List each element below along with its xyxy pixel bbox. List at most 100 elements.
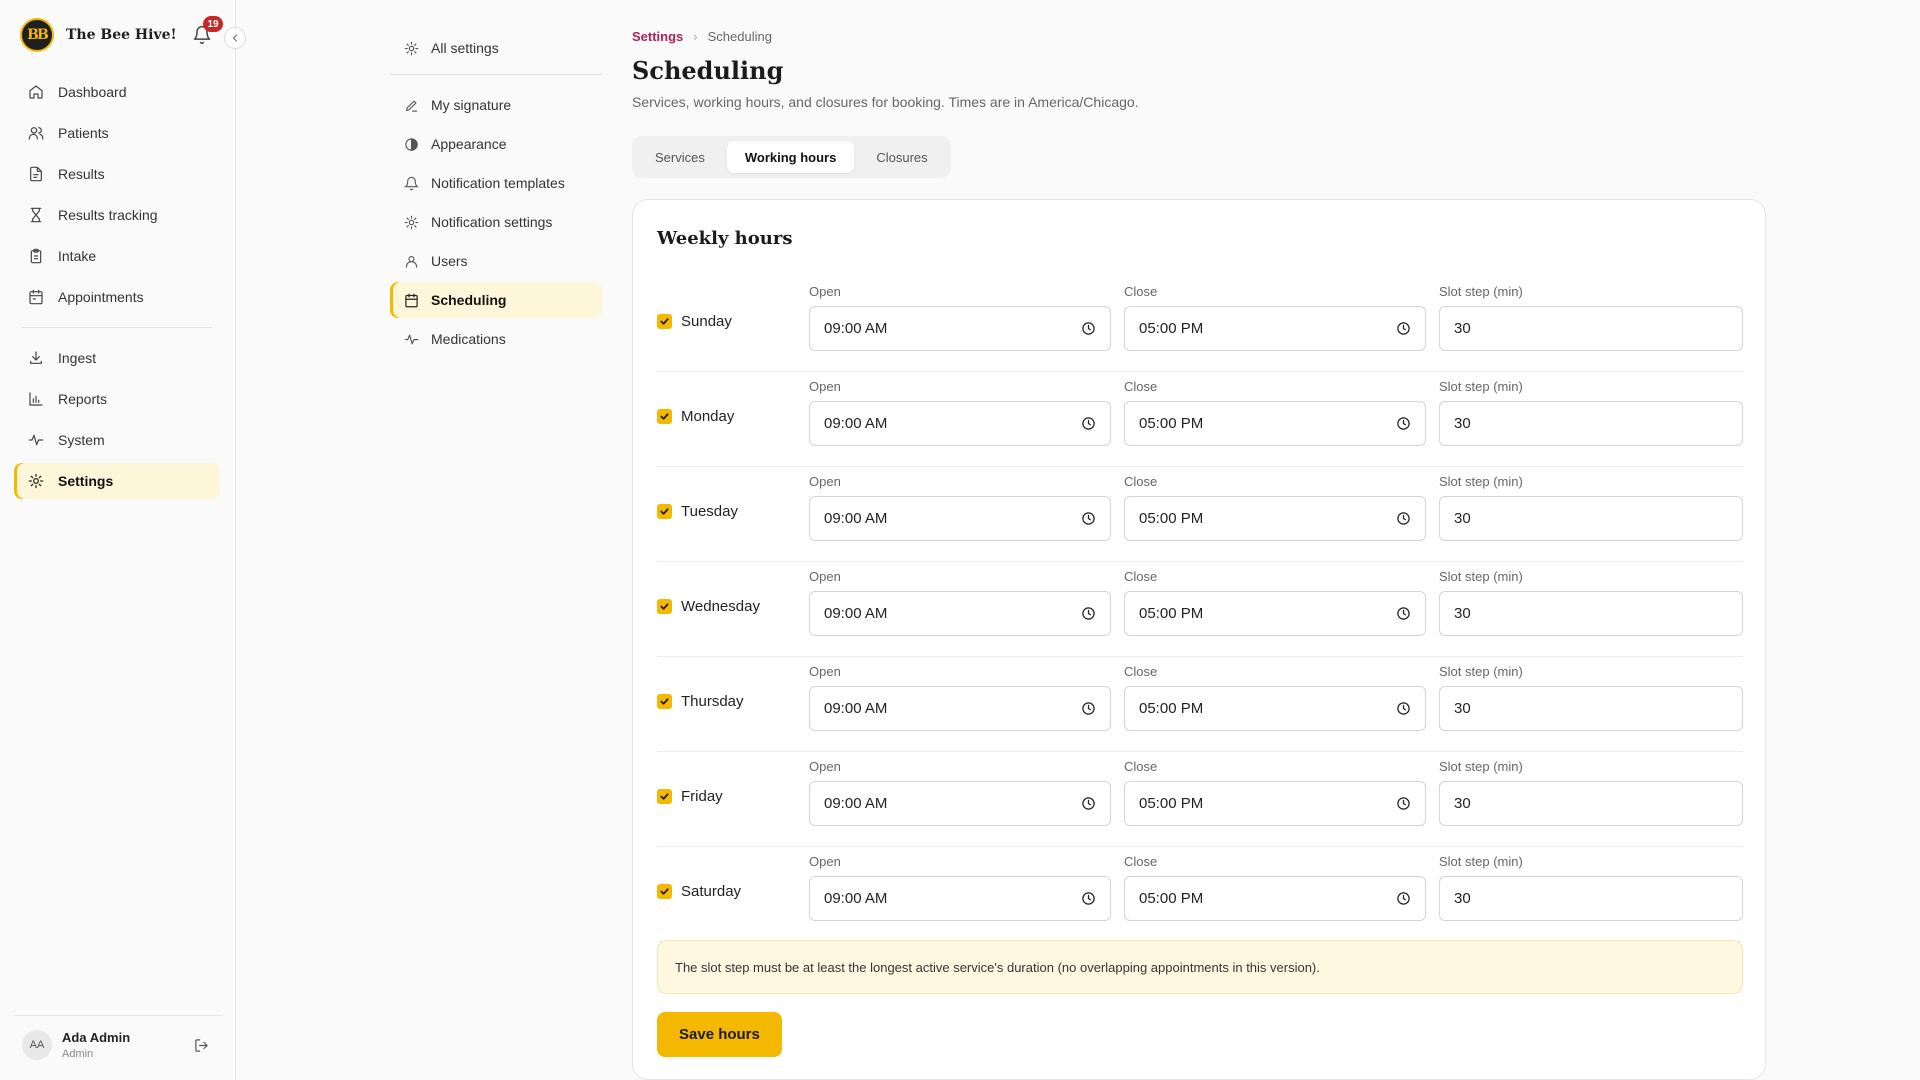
- close-time-input[interactable]: 05:00 PM: [1124, 781, 1426, 826]
- day-checkbox[interactable]: [657, 504, 672, 519]
- slot-step-value: 30: [1454, 605, 1471, 622]
- open-label: Open: [809, 474, 841, 489]
- weekly-hours-title: Weekly hours: [657, 228, 793, 249]
- slot-step-input[interactable]: 30: [1439, 686, 1743, 731]
- settings-nav-scheduling[interactable]: Scheduling: [390, 282, 602, 318]
- gear-icon: [28, 473, 44, 489]
- settings-nav: All settings My signature Appearance Not…: [390, 30, 602, 360]
- weekly-hours-card: Weekly hours Sunday Open 09:00 AM Close 05:0…: [632, 199, 1766, 1080]
- slot-step-value: 30: [1454, 320, 1471, 337]
- tab-working-hours[interactable]: Working hours: [726, 141, 855, 173]
- collapse-sidebar-button[interactable]: [224, 27, 246, 49]
- day-row-thursday: Thursday Open 09:00 AM Close 05:00 PM Slot st…: [657, 657, 1743, 752]
- clock-icon: [1397, 417, 1410, 430]
- day-toggle-tuesday[interactable]: Tuesday: [657, 503, 738, 520]
- clock-icon: [1397, 702, 1410, 715]
- nav-item-reports[interactable]: Reports: [14, 381, 220, 417]
- users-icon: [28, 127, 44, 140]
- nav-label: Reports: [58, 391, 108, 407]
- nav-item-results[interactable]: Results: [14, 156, 220, 192]
- open-field: Open 09:00 AM: [809, 854, 1111, 921]
- open-time-input[interactable]: 09:00 AM: [809, 876, 1111, 921]
- save-hours-button[interactable]: Save hours: [657, 1012, 782, 1057]
- clock-icon: [1082, 607, 1095, 620]
- settings-nav-medications[interactable]: Medications: [390, 321, 602, 357]
- nav-item-dashboard[interactable]: Dashboard: [14, 74, 220, 110]
- chevron-right-icon: ›: [693, 29, 698, 44]
- open-field: Open 09:00 AM: [809, 759, 1111, 826]
- close-time-value: 05:00 PM: [1139, 795, 1204, 812]
- slot-step-input[interactable]: 30: [1439, 401, 1743, 446]
- settings-nav-notification-templates[interactable]: Notification templates: [390, 165, 602, 201]
- nav-item-results-tracking[interactable]: Results tracking: [14, 197, 220, 233]
- nav-item-patients[interactable]: Patients: [14, 115, 220, 151]
- slot-step-field: Slot step (min) 30: [1439, 284, 1743, 351]
- slot-step-note: The slot step must be at least the longe…: [657, 940, 1743, 994]
- check-icon: [660, 888, 669, 895]
- day-toggle-thursday[interactable]: Thursday: [657, 693, 744, 710]
- day-row-saturday: Saturday Open 09:00 AM Close 05:00 PM Slot st…: [657, 847, 1743, 942]
- pen-icon: [405, 100, 418, 112]
- nav-item-settings[interactable]: Settings: [14, 463, 220, 499]
- slot-step-input[interactable]: 30: [1439, 496, 1743, 541]
- check-icon: [660, 413, 669, 420]
- tab-closures[interactable]: Closures: [858, 141, 945, 173]
- close-time-input[interactable]: 05:00 PM: [1124, 876, 1426, 921]
- day-toggle-sunday[interactable]: Sunday: [657, 313, 732, 330]
- day-checkbox[interactable]: [657, 599, 672, 614]
- open-label: Open: [809, 379, 841, 394]
- logout-icon[interactable]: [194, 1038, 210, 1054]
- settings-nav-appearance[interactable]: Appearance: [390, 126, 602, 162]
- nav-item-ingest[interactable]: Ingest: [14, 340, 220, 376]
- settings-nav-my-signature[interactable]: My signature: [390, 87, 602, 123]
- close-time-input[interactable]: 05:00 PM: [1124, 686, 1426, 731]
- open-label: Open: [809, 569, 841, 584]
- nav-item-intake[interactable]: Intake: [14, 238, 220, 274]
- nav-label: Patients: [58, 125, 109, 141]
- clock-icon: [1082, 512, 1095, 525]
- user-profile[interactable]: AA Ada Admin Admin: [14, 1015, 222, 1073]
- day-checkbox[interactable]: [657, 314, 672, 329]
- slot-step-input[interactable]: 30: [1439, 591, 1743, 636]
- day-checkbox[interactable]: [657, 789, 672, 804]
- slot-step-input[interactable]: 30: [1439, 876, 1743, 921]
- clock-icon: [1397, 797, 1410, 810]
- day-row-wednesday: Wednesday Open 09:00 AM Close 05:00 PM Slot s…: [657, 562, 1743, 657]
- day-toggle-monday[interactable]: Monday: [657, 408, 734, 425]
- day-toggle-friday[interactable]: Friday: [657, 788, 723, 805]
- close-time-input[interactable]: 05:00 PM: [1124, 591, 1426, 636]
- day-checkbox[interactable]: [657, 694, 672, 709]
- check-icon: [660, 508, 669, 515]
- day-toggle-saturday[interactable]: Saturday: [657, 883, 741, 900]
- nav-label: Appointments: [58, 289, 144, 305]
- gear-icon: [404, 215, 419, 229]
- slot-step-input[interactable]: 30: [1439, 306, 1743, 351]
- nav-item-appointments[interactable]: Appointments: [14, 279, 220, 315]
- nav-item-system[interactable]: System: [14, 422, 220, 458]
- open-time-input[interactable]: 09:00 AM: [809, 591, 1111, 636]
- close-time-value: 05:00 PM: [1139, 415, 1204, 432]
- nav-divider: [22, 327, 212, 328]
- breadcrumb-settings-link[interactable]: Settings: [632, 29, 683, 44]
- close-time-input[interactable]: 05:00 PM: [1124, 401, 1426, 446]
- day-toggle-wednesday[interactable]: Wednesday: [657, 598, 760, 615]
- open-time-input[interactable]: 09:00 AM: [809, 686, 1111, 731]
- day-checkbox[interactable]: [657, 409, 672, 424]
- open-time-input[interactable]: 09:00 AM: [809, 306, 1111, 351]
- all-settings-link[interactable]: All settings: [390, 30, 602, 66]
- settings-nav-users[interactable]: Users: [390, 243, 602, 279]
- settings-nav-notification-settings[interactable]: Notification settings: [390, 204, 602, 240]
- close-time-input[interactable]: 05:00 PM: [1124, 496, 1426, 541]
- open-time-input[interactable]: 09:00 AM: [809, 401, 1111, 446]
- slot-step-input[interactable]: 30: [1439, 781, 1743, 826]
- user-name: Ada Admin: [62, 1029, 131, 1045]
- slot-step-value: 30: [1454, 415, 1471, 432]
- day-checkbox[interactable]: [657, 884, 672, 899]
- open-time-input[interactable]: 09:00 AM: [809, 781, 1111, 826]
- close-time-input[interactable]: 05:00 PM: [1124, 306, 1426, 351]
- open-time-input[interactable]: 09:00 AM: [809, 496, 1111, 541]
- close-field: Close 05:00 PM: [1124, 474, 1426, 541]
- notification-count-badge: 19: [203, 16, 223, 32]
- tab-services[interactable]: Services: [637, 141, 723, 173]
- brand[interactable]: BB The Bee Hive!: [20, 18, 177, 52]
